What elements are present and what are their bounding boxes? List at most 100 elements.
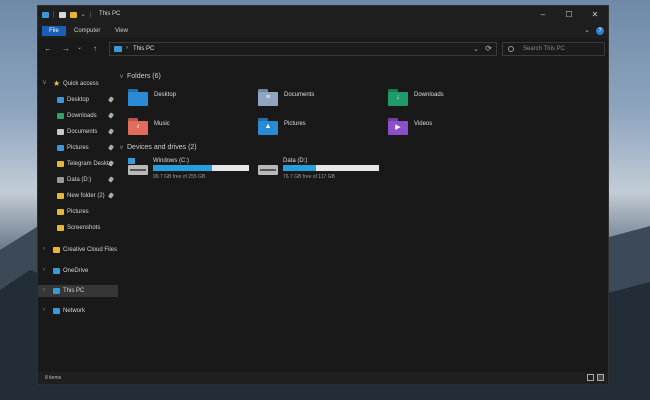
chevron-right-icon[interactable]: ›	[43, 267, 45, 273]
chevron-right-icon[interactable]: ›	[43, 307, 45, 313]
collapse-icon[interactable]: v	[120, 145, 123, 151]
folder-item[interactable]: ▶ Videos	[388, 118, 508, 140]
folder-item[interactable]: Desktop	[128, 89, 248, 111]
breadcrumb-this-pc[interactable]: This PC	[133, 46, 154, 52]
pin-icon[interactable]	[107, 112, 115, 119]
devices-group-header[interactable]: v Devices and drives (2)	[120, 144, 197, 151]
sidebar-item[interactable]: › Network	[38, 305, 118, 317]
close-icon[interactable]: ✕	[582, 6, 608, 24]
tab-view[interactable]: View	[115, 26, 128, 36]
music-folder-icon: ♪	[128, 118, 148, 135]
drive-usage-fill	[153, 165, 212, 171]
sidebar-item[interactable]: Pictures	[38, 206, 118, 218]
separator: |	[53, 11, 55, 18]
chevron-right-icon[interactable]: ›	[43, 287, 45, 293]
drive-item[interactable]: Data (D:) 76.7 GB free of 117 GB	[258, 158, 388, 182]
help-icon[interactable]: ?	[596, 27, 604, 35]
recent-locations-icon[interactable]: ⌄	[77, 44, 82, 53]
sidebar-item[interactable]: Documents	[38, 126, 118, 138]
tab-computer[interactable]: Computer	[74, 26, 100, 36]
windows-logo-icon	[128, 158, 135, 164]
downloads-icon	[57, 113, 64, 119]
quick-access-toolbar-dropdown-icon[interactable]: ⌄	[81, 11, 86, 18]
this-pc-icon	[114, 46, 122, 52]
folder-body	[128, 92, 148, 106]
folder-glyph: ♪	[136, 123, 140, 130]
folder-label: Music	[154, 121, 170, 127]
pin-icon[interactable]	[107, 160, 115, 167]
forward-icon[interactable]: →	[62, 44, 70, 53]
cloud-icon	[53, 268, 60, 274]
tab-file[interactable]: File	[42, 26, 66, 36]
sidebar-item[interactable]: Downloads	[38, 110, 118, 122]
search-input[interactable]: Search This PC	[523, 46, 565, 52]
new-folder-icon[interactable]	[69, 11, 77, 18]
pin-icon[interactable]	[107, 96, 115, 103]
desktop-folder-icon	[128, 89, 148, 106]
chevron-right-icon[interactable]: ›	[43, 246, 45, 252]
drive-free-space: 76.7 GB free of 117 GB	[283, 174, 335, 180]
sidebar-item-label: Data (D:)	[67, 177, 92, 183]
folder-label: Desktop	[154, 92, 177, 98]
pictures-folder-icon: ▲	[258, 118, 278, 135]
drive-item[interactable]: Windows (C:) 99.7 GB free of 255 GB	[128, 158, 258, 182]
folder-item[interactable]: ▲ Pictures	[258, 118, 378, 140]
sidebar-item[interactable]: › Creative Cloud Files	[38, 244, 118, 256]
sidebar-item-label: Screenshots	[67, 225, 101, 231]
sidebar-item-label: Quick access	[63, 81, 99, 87]
drive-label: Windows (C:)	[153, 158, 190, 164]
title-bar: | ⌄ | This PC – ☐ ✕	[38, 6, 608, 24]
drive-usage-bar	[153, 165, 249, 171]
sidebar-item[interactable]: › This PC	[38, 285, 118, 297]
properties-icon[interactable]	[58, 11, 66, 18]
sidebar-item[interactable]: v ★ Quick access	[38, 78, 118, 90]
window-title: This PC	[99, 11, 121, 17]
sidebar-item-label: Pictures	[67, 145, 89, 151]
details-view-icon[interactable]	[587, 374, 594, 381]
sidebar-item[interactable]: Screenshots	[38, 222, 118, 234]
address-dropdown-icon[interactable]: ⌄	[473, 45, 479, 53]
pin-icon[interactable]	[107, 128, 115, 135]
sidebar-item[interactable]: › OneDrive	[38, 265, 118, 277]
expand-ribbon-icon[interactable]: ⌄	[584, 26, 590, 34]
folder-item[interactable]: ♪ Music	[128, 118, 248, 140]
search-box[interactable]: Search This PC	[502, 42, 605, 56]
folder-label: Downloads	[414, 92, 444, 98]
refresh-icon[interactable]: ⟳	[485, 44, 492, 53]
collapse-icon[interactable]: v	[120, 74, 123, 80]
folders-group-header[interactable]: v Folders (6)	[120, 73, 161, 80]
folder-glyph: ≡	[265, 94, 271, 101]
up-icon[interactable]: ↑	[93, 44, 97, 53]
pin-icon[interactable]	[107, 192, 115, 199]
pin-icon[interactable]	[107, 144, 115, 151]
devices-header-label: Devices and drives (2)	[127, 144, 197, 151]
drive-free-space: 99.7 GB free of 255 GB	[153, 174, 206, 180]
pin-icon[interactable]	[107, 176, 115, 183]
sidebar-item[interactable]: Data (D:)	[38, 174, 118, 186]
sidebar-item-label: This PC	[63, 288, 85, 294]
sidebar-item-label: Creative Cloud Files	[63, 247, 118, 253]
sidebar-item[interactable]: Desktop	[38, 94, 118, 106]
maximize-icon[interactable]: ☐	[556, 6, 582, 24]
navigation-bar: ← → ⌄ ↑ › This PC ⌄ ⟳ Search This PC	[38, 38, 608, 60]
drive-label: Data (D:)	[283, 158, 308, 164]
address-bar[interactable]: › This PC ⌄ ⟳	[109, 42, 497, 56]
ribbon-tabs: File Computer View ⌄ ?	[38, 24, 608, 38]
folder-label: Videos	[414, 121, 433, 127]
back-icon[interactable]: ←	[44, 44, 52, 53]
folder-item[interactable]: ↓ Downloads	[388, 89, 508, 111]
desktop-icon	[57, 97, 64, 103]
large-icons-view-icon[interactable]	[597, 374, 604, 381]
folder-glyph: ▶	[395, 124, 401, 131]
folder-label: Documents	[284, 92, 315, 98]
chevron-down-icon[interactable]: v	[43, 80, 46, 86]
sidebar-item[interactable]: Pictures	[38, 142, 118, 154]
sidebar-item[interactable]: Telegram Deskto	[38, 158, 118, 170]
breadcrumb-separator-icon[interactable]: ›	[126, 45, 128, 51]
drive-slot	[260, 169, 276, 171]
status-bar: 8 items	[38, 372, 608, 384]
minimize-icon[interactable]: –	[530, 6, 556, 24]
sidebar-item[interactable]: New folder (2)	[38, 190, 118, 202]
folder-item[interactable]: ≡ Documents	[258, 89, 378, 111]
sidebar-item-label: New folder (2)	[67, 193, 105, 199]
